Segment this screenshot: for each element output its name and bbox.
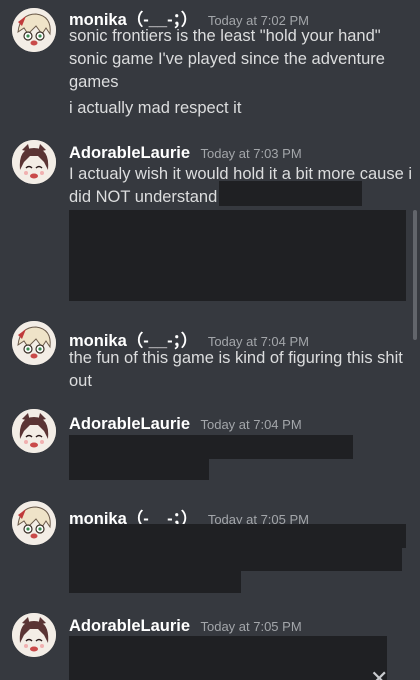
message-timestamp: Today at 7:03 PM xyxy=(200,146,302,161)
redacted-block xyxy=(69,636,387,680)
avatar-laurie-icon[interactable] xyxy=(12,409,56,453)
avatar-monika-icon[interactable] xyxy=(12,321,56,365)
message-text: out xyxy=(69,372,92,390)
close-icon[interactable]: ✕ xyxy=(370,669,388,680)
message-text: i actually mad respect it xyxy=(69,99,242,117)
redacted-block xyxy=(69,571,241,593)
redacted-block xyxy=(219,181,362,206)
message-author[interactable]: AdorableLaurie xyxy=(69,415,190,433)
message-author[interactable]: AdorableLaurie xyxy=(69,617,190,635)
message-text: sonic frontiers is the least "hold your … xyxy=(69,27,381,45)
message-text: the fun of this game is kind of figuring… xyxy=(69,349,403,367)
avatar-laurie-icon[interactable] xyxy=(12,613,56,657)
avatar-monika-icon[interactable] xyxy=(12,8,56,52)
redacted-block xyxy=(69,459,209,480)
message-timestamp: Today at 7:05 PM xyxy=(200,619,302,634)
message-text: did NOT understand xyxy=(69,188,218,206)
avatar-laurie-icon[interactable] xyxy=(12,140,56,184)
message-timestamp: Today at 7:04 PM xyxy=(200,417,302,432)
message-text: games xyxy=(69,73,119,91)
redacted-block xyxy=(69,210,406,301)
chat-view: monika（-__-；） Today at 7:02 PM sonic fro… xyxy=(0,0,420,680)
message-author[interactable]: AdorableLaurie xyxy=(69,144,190,162)
message-text: sonic game I've played since the adventu… xyxy=(69,50,385,68)
redacted-block xyxy=(69,435,353,459)
scrollbar-thumb[interactable] xyxy=(413,210,417,340)
avatar-monika-icon[interactable] xyxy=(12,501,56,545)
redacted-block xyxy=(69,548,402,571)
redacted-block xyxy=(69,524,406,548)
